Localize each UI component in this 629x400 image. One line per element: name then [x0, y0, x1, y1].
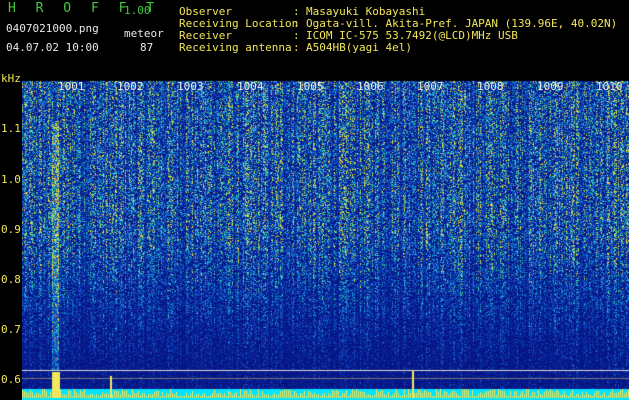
time-tick-label: 1006: [357, 80, 384, 93]
time-tick-label: 1001: [58, 80, 85, 93]
filename-label: 0407021000.png: [6, 22, 99, 35]
info-sep: :: [293, 41, 300, 54]
freq-tick-label: 0.6: [1, 373, 21, 386]
freq-tick-label: 0.8: [1, 273, 21, 286]
time-tick-label: 1003: [177, 80, 204, 93]
meteor-label: meteor: [124, 27, 164, 40]
time-tick-label: 1009: [537, 80, 564, 93]
time-tick-label: 1007: [417, 80, 444, 93]
freq-tick-label: 1.0: [1, 173, 21, 186]
freq-tick-label: 0.7: [1, 323, 21, 336]
time-tick-label: 1008: [477, 80, 504, 93]
time-tick-label: 1002: [117, 80, 144, 93]
spectrogram: [22, 80, 629, 400]
freq-tick-label: 0.9: [1, 223, 21, 236]
time-tick-label: 1004: [237, 80, 264, 93]
freq-tick-label: 1.1: [1, 122, 21, 135]
time-tick-label: 1010: [596, 80, 623, 93]
time-tick-label: 1005: [297, 80, 324, 93]
datetime-label: 04.07.02 10:00: [6, 41, 99, 54]
info-value-antenna: A504HB(yagi 4el): [306, 41, 412, 54]
meteor-count: 87: [140, 41, 154, 54]
app-version: 1.00: [124, 4, 151, 17]
info-key-antenna: Receiving antenna: [179, 41, 292, 54]
freq-unit-label: kHz: [1, 72, 21, 85]
